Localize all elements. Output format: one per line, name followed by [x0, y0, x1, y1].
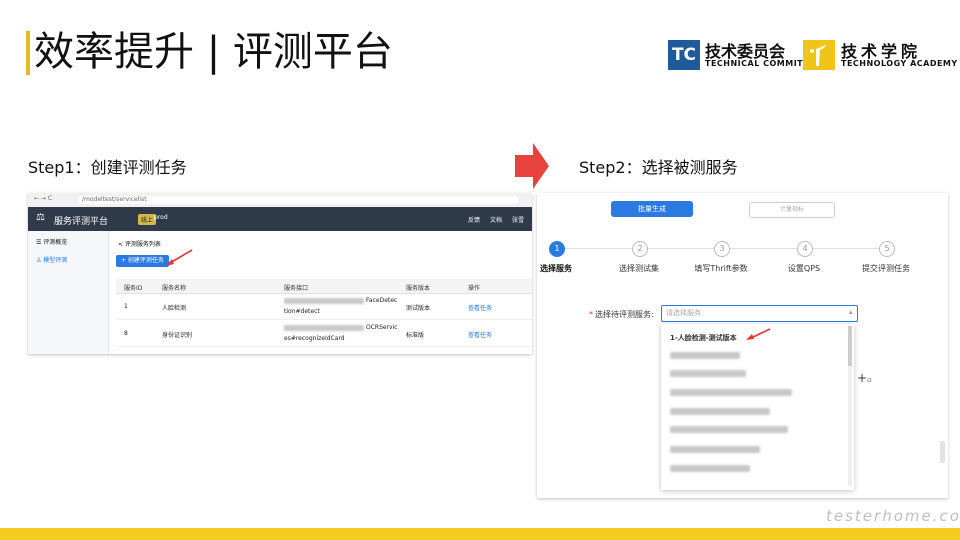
dropdown-option[interactable] [670, 352, 740, 359]
table-header: 服务ID 服务名称 服务接口 服务版本 操作 [116, 279, 532, 294]
row-interface-b: tion#detect [284, 308, 320, 315]
technical-committee-logo: TC [668, 40, 700, 70]
service-list-content: < 评测服务列表 + 创建评测任务 服务ID 服务名称 服务接口 服务版本 操作… [116, 231, 532, 354]
wizard-label-4: 设置QPS [787, 264, 821, 273]
view-tasks-link[interactable]: 查看任务 [468, 303, 492, 312]
col-service-name: 服务名称 [162, 285, 187, 292]
dropdown-option[interactable] [670, 370, 746, 377]
sidebar-item-overview[interactable]: ☰ 评测概览 [36, 237, 67, 246]
env-name: prod [154, 214, 168, 221]
col-service-interface: 服务接口 [284, 285, 309, 292]
select-service-label: * 选择待评测服务: [589, 309, 654, 320]
row-interface-a: OCRServic [366, 324, 398, 331]
service-dropdown: 1-人脸检测-测试版本 [661, 324, 854, 490]
row-id: 1 [124, 303, 128, 310]
required-mark: * [589, 310, 593, 319]
dropdown-option[interactable] [670, 426, 788, 433]
row-version: 测试版本 [406, 305, 431, 312]
create-task-button[interactable]: + 创建评测任务 [116, 255, 169, 267]
row-interface-b: es#recognizeIdCard [284, 335, 345, 342]
row-version: 标准版 [406, 332, 425, 339]
wizard-step-3[interactable]: 3 [714, 241, 730, 257]
tab-metrics[interactable]: 计量指标 [749, 202, 835, 218]
chevron-up-icon[interactable]: ▴ [849, 308, 853, 316]
wizard-step-2[interactable]: 2 [632, 241, 648, 257]
scale-logo-icon: ⚖ [36, 212, 45, 223]
dropdown-option[interactable] [670, 389, 792, 396]
sidebar-item-model-eval[interactable]: ♙ 模型评测 [36, 255, 67, 264]
dropdown-option[interactable] [670, 408, 770, 415]
wizard-label-1: 选择服务 [540, 264, 572, 273]
wizard-step-1[interactable]: 1 [549, 241, 565, 257]
dropdown-option[interactable] [670, 446, 760, 453]
nav-feedback-link[interactable]: 反馈 [468, 215, 480, 224]
app-sidebar: ☰ 评测概览 ♙ 模型评测 [28, 231, 109, 354]
view-tasks-link[interactable]: 查看任务 [468, 330, 492, 339]
page-title: 效率提升 | 评测平台 [34, 29, 393, 75]
nav-user-link[interactable]: 张雪 [512, 215, 524, 224]
step1-heading: Step1：创建评测任务 [28, 158, 187, 177]
breadcrumb[interactable]: < 评测服务列表 [118, 239, 161, 248]
browser-nav-icons[interactable]: ← → C [34, 195, 52, 202]
red-pointer-arrow-icon [166, 249, 193, 266]
table-row: 1 人脸检测 FaceDetec tion#detect 测试版本 查看任务 [116, 293, 532, 320]
step2-heading: Step2：选择被测服务 [579, 158, 738, 177]
redacted-text [284, 325, 364, 331]
title-accent-bar [26, 31, 30, 75]
academy-logo-icon [810, 45, 826, 66]
row-name: 身份证识别 [162, 332, 193, 339]
red-pointer-arrow-icon [746, 328, 771, 340]
table-row: 8 身份证识别 OCRServic es#recognizeIdCard 标准版… [116, 320, 532, 347]
wizard-step-4[interactable]: 4 [797, 241, 813, 257]
col-service-id: 服务ID [124, 285, 143, 292]
watermark: testerhome.com [826, 507, 960, 525]
tc-logo-text: TC [671, 45, 697, 65]
row-id: 8 [124, 330, 128, 337]
dropdown-option[interactable] [670, 465, 750, 472]
wizard-step-5[interactable]: 5 [879, 241, 895, 257]
browser-toolbar: ← → C /modeltest/servicelist [28, 193, 532, 208]
page-scrollbar[interactable] [940, 441, 945, 463]
crosshair-cursor-icon: +▫ [857, 371, 872, 385]
dropdown-scrollbar-thumb[interactable] [848, 326, 852, 366]
wizard-label-2: 选择测试集 [619, 264, 659, 273]
ta-name-en: TECHNOLOGY ACADEMY [841, 59, 958, 68]
select-service-label-text: 选择待评测服务: [595, 310, 654, 319]
wizard-label-5: 提交评测任务 [862, 264, 910, 273]
row-interface-a: FaceDetec [366, 297, 398, 304]
tab-batch-generate[interactable]: 批量生成 [611, 201, 693, 217]
wizard-label-3: 填写Thrift参数 [694, 264, 748, 273]
footer-bar [0, 528, 960, 540]
app-brand[interactable]: 服务评测平台 [54, 214, 108, 227]
col-action: 操作 [468, 285, 481, 292]
row-name: 人脸检测 [162, 305, 187, 312]
col-service-version: 服务版本 [406, 285, 431, 292]
technology-academy-logo [803, 40, 835, 70]
screenshot-select-service: 批量生成 计量指标 1 2 3 4 5 选择服务 选择测试集 填写Thrift参… [537, 193, 948, 498]
service-select[interactable]: 请选择服务 [661, 305, 858, 322]
next-arrow-icon [515, 143, 549, 189]
app-navbar: ⚖ 服务评测平台 线上 prod 反馈 文档 张雪 [28, 207, 532, 231]
redacted-text [284, 298, 364, 304]
screenshot-service-list: ← → C /modeltest/servicelist ⚖ 服务评测平台 线上… [28, 193, 532, 354]
nav-docs-link[interactable]: 文档 [490, 215, 502, 224]
dropdown-option[interactable]: 1-人脸检测-测试版本 [670, 333, 737, 343]
browser-address-bar[interactable]: /modeltest/servicelist [78, 196, 518, 204]
